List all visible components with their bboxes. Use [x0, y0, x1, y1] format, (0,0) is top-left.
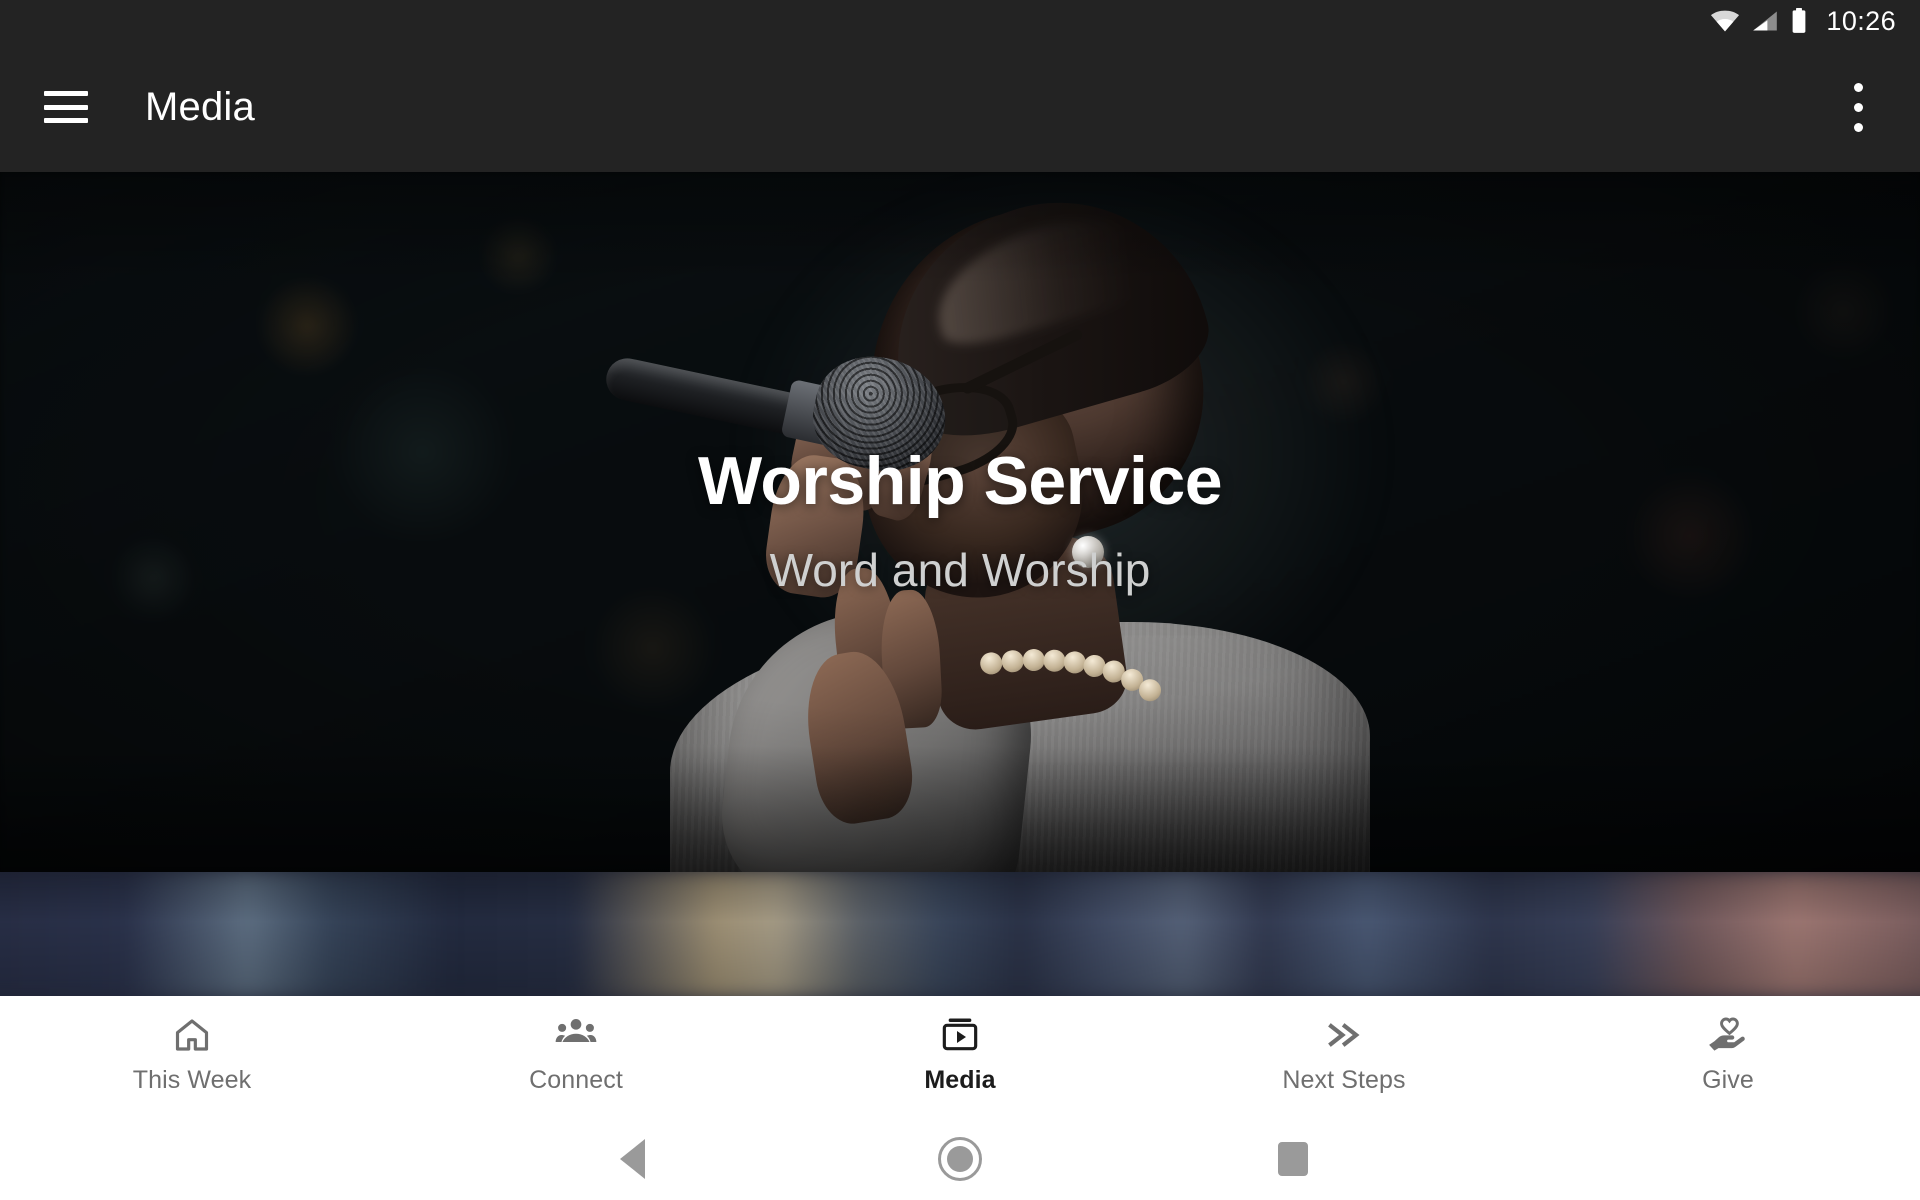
nav-label: Next Steps	[1282, 1066, 1406, 1094]
android-system-navigation	[0, 1118, 1920, 1200]
home-icon	[172, 1014, 212, 1056]
cellular-signal-icon	[1752, 10, 1778, 32]
nav-item-connect[interactable]: Connect	[384, 1014, 768, 1095]
nav-label: Give	[1702, 1066, 1754, 1094]
media-hero-card[interactable]: Worship Service Word and Worship	[0, 172, 1920, 872]
nav-item-this-week[interactable]: This Week	[0, 1014, 384, 1095]
hero-text-block: Worship Service Word and Worship	[0, 172, 1920, 872]
double-chevron-right-icon	[1323, 1014, 1365, 1056]
nav-label: This Week	[132, 1066, 252, 1094]
media-next-card-preview[interactable]	[0, 872, 1920, 996]
battery-icon	[1790, 8, 1808, 34]
bottom-navigation-bar: This Week Connect Media Next Steps Give	[0, 996, 1920, 1118]
hero-subtitle: Word and Worship	[769, 543, 1151, 596]
page-title: Media	[145, 84, 255, 129]
status-bar: 10:26	[0, 0, 1920, 42]
app-root: 10:26 Media Worship Service Word and Wor…	[0, 0, 1920, 1200]
status-bar-clock: 10:26	[1826, 5, 1896, 36]
hamburger-menu-icon[interactable]	[44, 91, 88, 123]
app-bar: Media	[0, 42, 1920, 172]
nav-item-media[interactable]: Media	[768, 1014, 1152, 1095]
square-recents-icon[interactable]	[1278, 1142, 1308, 1176]
next-card-shade	[0, 872, 1920, 996]
people-group-icon	[555, 1014, 597, 1056]
hand-heart-icon	[1707, 1014, 1749, 1056]
nav-item-give[interactable]: Give	[1536, 1014, 1920, 1095]
wifi-icon	[1710, 10, 1740, 32]
subscriptions-play-icon	[940, 1014, 980, 1056]
nav-label: Connect	[529, 1066, 623, 1094]
nav-label: Media	[924, 1066, 996, 1094]
hero-title: Worship Service	[697, 443, 1223, 520]
more-vert-icon[interactable]	[1840, 73, 1876, 141]
nav-item-next-steps[interactable]: Next Steps	[1152, 1014, 1536, 1095]
circle-home-icon[interactable]	[938, 1137, 982, 1181]
triangle-back-icon[interactable]	[620, 1139, 645, 1179]
